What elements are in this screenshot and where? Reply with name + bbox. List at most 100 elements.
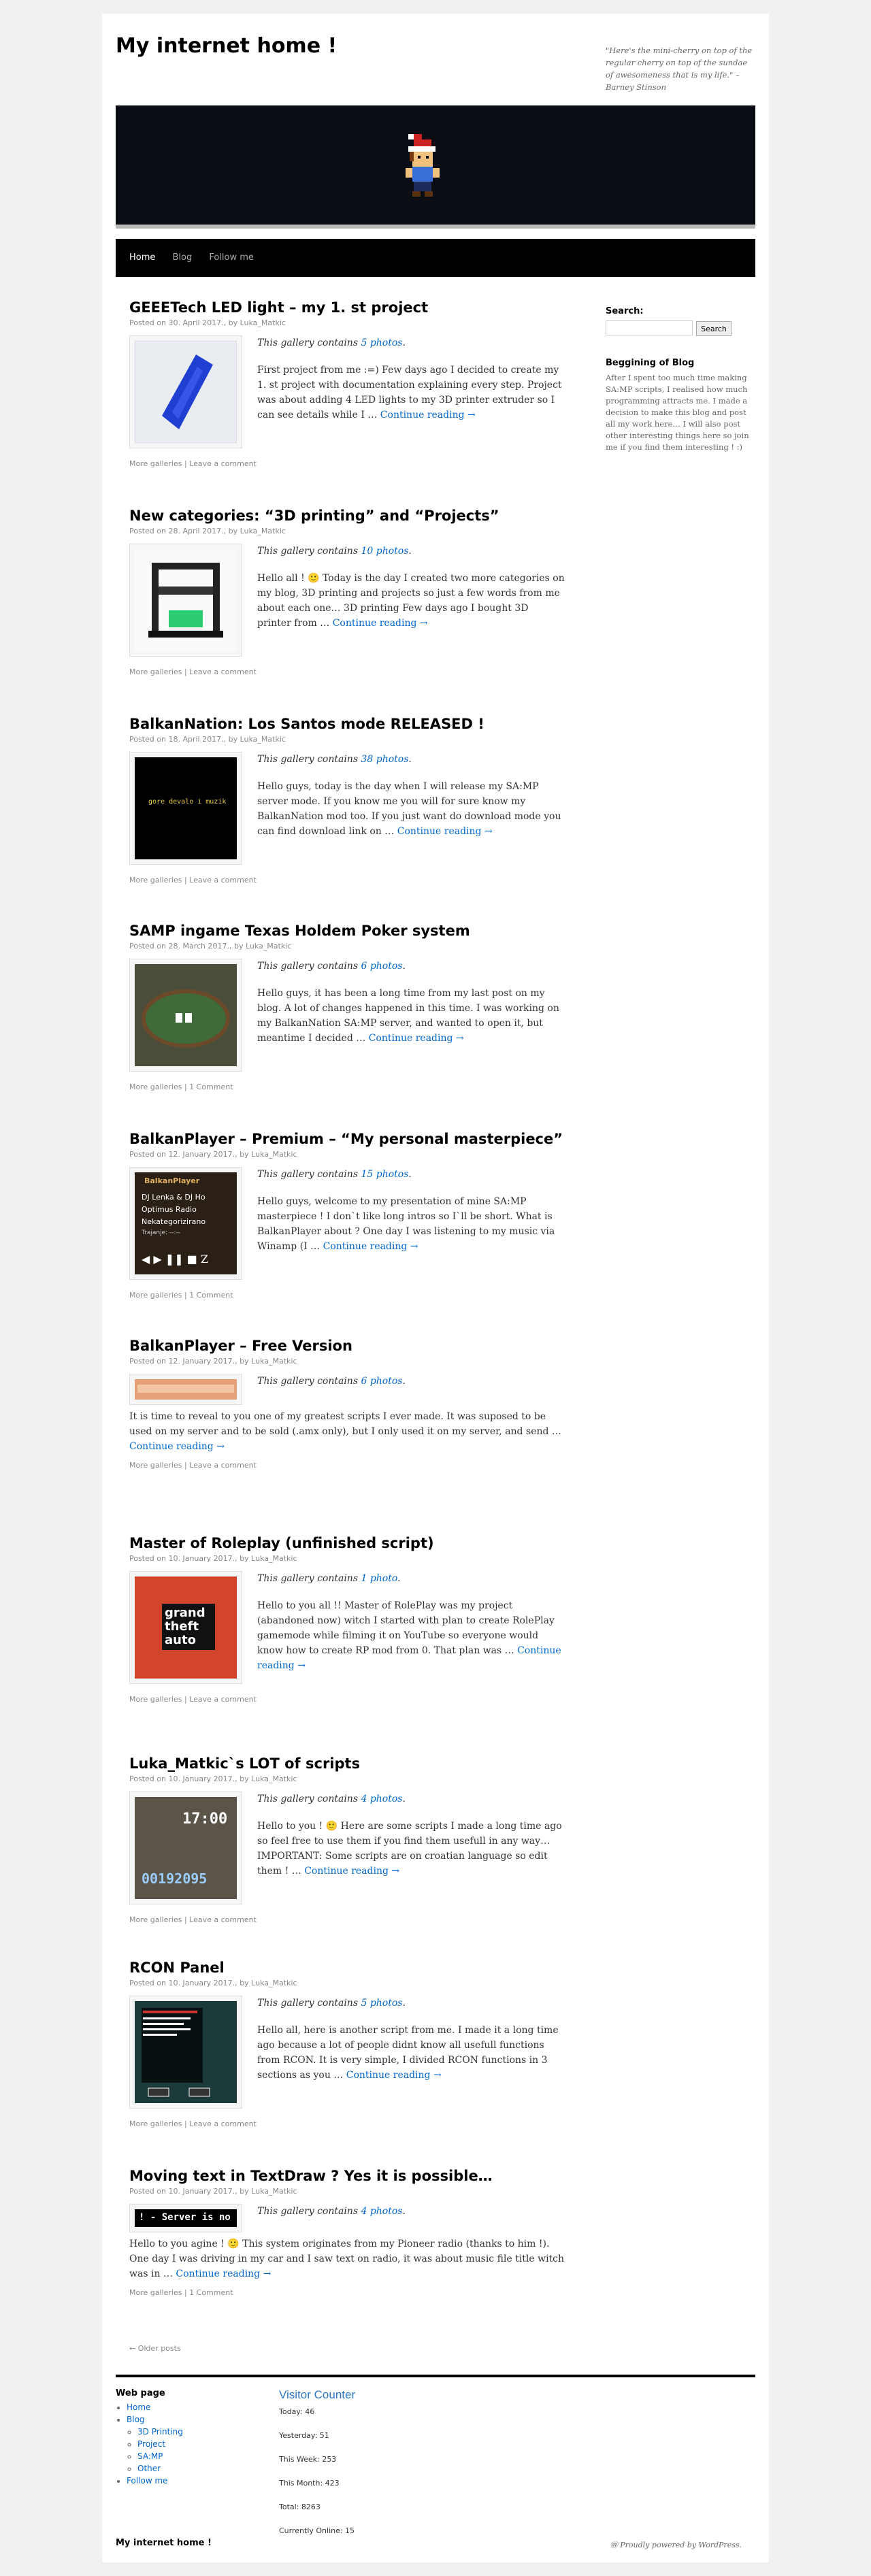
older-posts-link[interactable]: ← Older posts <box>129 2344 181 2353</box>
footer-link-other[interactable]: Other <box>137 2464 161 2473</box>
post-title[interactable]: New categories: “3D printing” and “Proje… <box>129 506 565 525</box>
site-title[interactable]: My internet home ! <box>116 34 337 58</box>
search-input[interactable] <box>606 320 693 335</box>
post-date[interactable]: 28. March 2017. <box>168 942 229 951</box>
gallery-photos-link[interactable]: 38 photos <box>361 754 408 765</box>
post-date[interactable]: 18. April 2017. <box>168 735 223 744</box>
footer-link-follow-me[interactable]: Follow me <box>127 2476 168 2486</box>
more-galleries-link[interactable]: More galleries <box>129 459 182 468</box>
gallery-thumbnail[interactable] <box>129 959 242 1072</box>
post-author[interactable]: Luka_Matkic <box>251 1774 297 1783</box>
comments-link[interactable]: Leave a comment <box>189 1461 257 1470</box>
post-title[interactable]: GEEETech LED light – my 1. st project <box>129 298 565 317</box>
post-meta: Posted on 28. March 2017., by Luka_Matki… <box>129 942 292 951</box>
post-title[interactable]: Luka_Matkic`s LOT of scripts <box>129 1754 565 1773</box>
more-galleries-link[interactable]: More galleries <box>129 2288 182 2297</box>
post-date[interactable]: 12. January 2017. <box>168 1357 235 1366</box>
post-title[interactable]: BalkanPlayer – Premium – “My personal ma… <box>129 1129 565 1149</box>
post-author[interactable]: Luka_Matkic <box>246 942 291 951</box>
post-author[interactable]: Luka_Matkic <box>251 1554 297 1563</box>
post-excerpt: Hello to you ! 🙂 Here are some scripts I… <box>257 1821 562 1877</box>
continue-reading-link[interactable]: Continue reading → <box>346 2070 442 2081</box>
post-title[interactable]: BalkanPlayer – Free Version <box>129 1336 565 1355</box>
post-date[interactable]: 10. January 2017. <box>168 2187 235 2196</box>
footer-link-samp[interactable]: SA:MP <box>137 2451 163 2461</box>
gallery-photos-link[interactable]: 10 photos <box>361 546 408 557</box>
footer-link-project[interactable]: Project <box>137 2439 165 2449</box>
post-author[interactable]: Luka_Matkic <box>240 527 286 535</box>
posted-on-label: Posted on <box>129 1554 166 1563</box>
continue-reading-link[interactable]: Continue reading → <box>369 1033 464 1044</box>
gallery-photos-link[interactable]: 5 photos <box>361 337 402 348</box>
post-date[interactable]: 10. January 2017. <box>168 1979 235 1987</box>
gallery-thumbnail[interactable]: grand theft auto <box>129 1571 242 1684</box>
comments-link[interactable]: Leave a comment <box>189 876 257 885</box>
post-date[interactable]: 10. January 2017. <box>168 1554 235 1563</box>
more-galleries-link[interactable]: More galleries <box>129 2119 182 2128</box>
comments-link[interactable]: 1 Comment <box>189 1291 233 1300</box>
gallery-photos-link[interactable]: 15 photos <box>361 1169 408 1180</box>
continue-reading-link[interactable]: Continue reading → <box>333 618 428 629</box>
footer-link-3d-printing[interactable]: 3D Printing <box>137 2427 183 2437</box>
gallery-photos-link[interactable]: 5 photos <box>361 1998 402 2009</box>
more-galleries-link[interactable]: More galleries <box>129 876 182 885</box>
continue-reading-link[interactable]: Continue reading → <box>397 826 493 837</box>
continue-reading-link[interactable]: Continue reading → <box>323 1241 418 1252</box>
post-title[interactable]: BalkanNation: Los Santos mode RELEASED ! <box>129 714 565 733</box>
post-author[interactable]: Luka_Matkic <box>251 2187 297 2196</box>
continue-reading-link[interactable]: Continue reading → <box>380 410 476 420</box>
more-galleries-link[interactable]: More galleries <box>129 1695 182 1704</box>
more-galleries-link[interactable]: More galleries <box>129 1461 182 1470</box>
continue-reading-link[interactable]: Continue reading → <box>129 1441 225 1452</box>
post-author[interactable]: Luka_Matkic <box>251 1357 297 1366</box>
post-title[interactable]: Moving text in TextDraw ? Yes it is poss… <box>129 2166 565 2185</box>
gallery-thumbnail[interactable] <box>129 1374 242 1405</box>
gallery-photos-link[interactable]: 4 photos <box>361 1794 402 1804</box>
post-author[interactable]: Luka_Matkic <box>240 318 286 327</box>
post-author[interactable]: Luka_Matkic <box>251 1150 297 1159</box>
gallery-thumbnail[interactable] <box>129 335 242 448</box>
nav-follow-me[interactable]: Follow me <box>202 239 261 277</box>
comments-link[interactable]: Leave a comment <box>189 2119 257 2128</box>
gallery-photos-link[interactable]: 1 photo <box>361 1573 397 1584</box>
post-author[interactable]: Luka_Matkic <box>251 1979 297 1987</box>
player-line-text: DJ Lenka & DJ Ho <box>142 1193 206 1202</box>
footer-site-title[interactable]: My internet home ! <box>116 2538 212 2548</box>
continue-reading-link[interactable]: Continue reading → <box>176 2268 271 2279</box>
gallery-thumbnail[interactable] <box>129 544 242 657</box>
post-title[interactable]: SAMP ingame Texas Holdem Poker system <box>129 921 565 940</box>
post-title[interactable]: Master of Roleplay (unfinished script) <box>129 1534 565 1553</box>
gallery-thumbnail[interactable]: BalkanPlayer DJ Lenka & DJ Ho Optimus Ra… <box>129 1167 242 1280</box>
powered-by-link[interactable]: Ⓦ Proudly powered by WordPress. <box>610 2539 742 2550</box>
visitor-counter-widget: Visitor Counter Today: 46 Yesterday: 51 … <box>279 2388 483 2549</box>
gallery-photos-link[interactable]: 4 photos <box>361 2206 402 2217</box>
continue-reading-link[interactable]: Continue reading → <box>304 1866 399 1877</box>
gallery-photos-link[interactable]: 6 photos <box>361 961 402 972</box>
post-date[interactable]: 12. January 2017. <box>168 1150 235 1159</box>
more-galleries-link[interactable]: More galleries <box>129 1915 182 1924</box>
post-date[interactable]: 30. April 2017. <box>168 318 223 327</box>
nav-home[interactable]: Home <box>122 239 162 277</box>
comments-link[interactable]: Leave a comment <box>189 1695 257 1704</box>
comments-link[interactable]: Leave a comment <box>189 459 257 468</box>
gallery-thumbnail[interactable]: 17:00 00192095 <box>129 1791 242 1904</box>
gallery-thumbnail[interactable]: ! - Server is no <box>129 2204 242 2232</box>
search-button[interactable]: Search <box>696 321 732 336</box>
more-galleries-link[interactable]: More galleries <box>129 1083 182 1091</box>
gallery-thumbnail[interactable]: gore devalo i muzik <box>129 752 242 865</box>
gallery-photos-link[interactable]: 6 photos <box>361 1376 402 1387</box>
post-title[interactable]: RCON Panel <box>129 1958 565 1977</box>
nav-blog[interactable]: Blog <box>165 239 199 277</box>
comments-link[interactable]: 1 Comment <box>189 2288 233 2297</box>
footer-link-home[interactable]: Home <box>127 2402 150 2412</box>
more-galleries-link[interactable]: More galleries <box>129 667 182 676</box>
comments-link[interactable]: 1 Comment <box>189 1083 233 1091</box>
post-date[interactable]: 10. January 2017. <box>168 1774 235 1783</box>
post-date[interactable]: 28. April 2017. <box>168 527 223 535</box>
footer-link-blog[interactable]: Blog <box>127 2415 145 2424</box>
more-galleries-link[interactable]: More galleries <box>129 1291 182 1300</box>
comments-link[interactable]: Leave a comment <box>189 667 257 676</box>
comments-link[interactable]: Leave a comment <box>189 1915 257 1924</box>
post-author[interactable]: Luka_Matkic <box>240 735 286 744</box>
gallery-thumbnail[interactable] <box>129 1996 242 2109</box>
